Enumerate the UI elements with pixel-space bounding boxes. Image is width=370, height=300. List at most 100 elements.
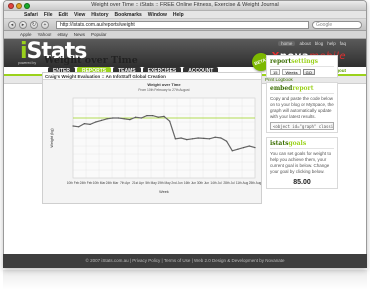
link-faq[interactable]: faq xyxy=(340,41,346,46)
weight-point xyxy=(129,119,131,121)
forward-arrow-icon: ▸ xyxy=(21,21,25,28)
embed-report-title: embedreport xyxy=(270,85,334,94)
weight-point xyxy=(197,137,199,139)
back-arrow-icon: ◂ xyxy=(10,21,14,28)
weight-point xyxy=(83,123,85,125)
x-tick-label: 11th Aug xyxy=(236,181,249,185)
weight-point xyxy=(134,116,137,118)
weight-point xyxy=(89,123,91,125)
weight-point xyxy=(186,139,188,141)
bookmark-apple[interactable]: Apple xyxy=(20,31,32,38)
x-tick-label: 16th Jun xyxy=(184,181,196,185)
x-tick-label: 30th Jun xyxy=(197,181,209,185)
reload-icon: ↻ xyxy=(31,21,37,28)
window-reflection xyxy=(3,270,367,290)
goals-title-lite: goals xyxy=(288,140,307,147)
weight-point xyxy=(140,117,142,119)
goals-description: You can set goals for weight to help you… xyxy=(270,151,332,174)
embed-code-field[interactable]: <object id="graph" classid= xyxy=(270,122,334,130)
menu-edit[interactable]: Edit xyxy=(59,11,68,18)
range-select[interactable]: 15 xyxy=(270,69,281,75)
weight-point xyxy=(169,120,171,122)
browser-toolbar: ◂ ▸ ↻ + http://istats.com.au/reports/wei… xyxy=(4,19,366,31)
menu-file[interactable]: File xyxy=(44,11,53,18)
weight-point xyxy=(123,118,125,120)
top-links: home about blog help faq xyxy=(278,41,346,46)
link-help[interactable]: help xyxy=(327,41,336,46)
weight-point xyxy=(243,147,245,149)
weight-point xyxy=(220,137,222,139)
weight-point xyxy=(191,138,194,140)
x-tick-label: 7th Apr xyxy=(120,181,131,185)
goal-value[interactable]: 85.00 xyxy=(270,179,334,186)
menu-history[interactable]: History xyxy=(91,11,108,18)
back-button[interactable]: ◂ xyxy=(8,20,16,29)
bookmark-yahoo[interactable]: Yahoo! xyxy=(38,31,52,38)
x-tick-label: 24th Feb xyxy=(80,181,93,185)
weight-point xyxy=(112,117,114,119)
window-title: Weight over Time :: iStats :: FREE Onlin… xyxy=(91,2,279,8)
weight-point xyxy=(208,138,211,140)
menu-bookmarks[interactable]: Bookmarks xyxy=(115,11,142,18)
plus-icon: + xyxy=(43,21,47,28)
weight-chart-panel: Craig's Weight Evaluation :: An InfoStaf… xyxy=(42,72,262,204)
weight-point xyxy=(78,126,80,128)
chart-panel-header: Craig's Weight Evaluation :: An InfoStaf… xyxy=(43,73,261,80)
menu-bar: Safari File Edit View History Bookmarks … xyxy=(4,11,366,19)
x-tick-label: 24th Mar xyxy=(106,181,120,185)
unit-select[interactable]: Weeks xyxy=(282,69,301,75)
x-tick-label: 25th Aug xyxy=(249,181,261,185)
site-footer: © 2007 iStats.com.au | Privacy Policy | … xyxy=(3,254,367,268)
forward-button[interactable]: ▸ xyxy=(19,20,27,29)
goals-panel: istatsgoals You can set goals for weight… xyxy=(266,137,338,189)
go-button[interactable]: GO xyxy=(302,69,315,75)
weight-point xyxy=(146,115,148,117)
embed-description: Copy and paste the code below on to your… xyxy=(270,96,334,119)
link-about[interactable]: about xyxy=(299,41,310,46)
y-axis-label: Weight (kg) xyxy=(50,128,54,148)
weight-point xyxy=(163,115,165,117)
report-settings-title-main: report xyxy=(270,58,292,65)
weight-point xyxy=(248,145,250,147)
link-home[interactable]: home xyxy=(278,41,296,46)
report-settings-panel: reportsettings 15 Weeks GO xyxy=(266,55,338,78)
reload-button[interactable]: ↻ xyxy=(30,20,38,29)
x-tick-label: 19th May xyxy=(157,181,171,185)
menu-window[interactable]: Window xyxy=(148,11,167,18)
link-blog[interactable]: blog xyxy=(315,41,324,46)
chart-subtitle: From 10th February to 27th August xyxy=(138,88,189,92)
title-bar: Weight over Time :: iStats :: FREE Onlin… xyxy=(4,1,366,11)
x-tick-label: 5th May xyxy=(145,181,157,185)
weight-point xyxy=(157,116,159,118)
goals-title: istatsgoals xyxy=(270,140,334,149)
embed-report-title-main: embed xyxy=(270,85,293,92)
weight-point xyxy=(254,147,256,149)
bookmark-popular[interactable]: Popular xyxy=(91,31,107,38)
menu-help[interactable]: Help xyxy=(173,11,184,18)
x-axis-label: Week xyxy=(159,190,169,194)
weight-point xyxy=(180,137,182,139)
sidebar: reportsettings 15 Weeks GO embedreport C… xyxy=(266,55,338,193)
x-tick-label: 21st Apr xyxy=(132,181,145,185)
menu-safari[interactable]: Safari xyxy=(24,11,38,18)
logo-tagline: powered by xyxy=(18,61,37,65)
search-input[interactable]: Google xyxy=(312,20,362,29)
bookmark-news[interactable]: News xyxy=(74,31,85,38)
report-settings-title-lite: settings xyxy=(291,58,319,65)
weight-point xyxy=(100,119,103,121)
x-tick-label: 2nd Jun xyxy=(171,181,183,185)
weight-point xyxy=(214,136,216,138)
x-tick-label: 10th Feb xyxy=(67,181,80,185)
weight-point xyxy=(174,138,176,140)
address-bar[interactable]: http://istats.com.au/reports/weight xyxy=(56,20,309,29)
weight-line-chart: 10th Feb 24th Feb 10th Mar 24th Mar 7th Apr 2… xyxy=(50,82,261,194)
weight-point xyxy=(117,117,120,119)
add-bookmark-button[interactable]: + xyxy=(41,20,49,29)
bookmark-ebay[interactable]: eBay xyxy=(57,31,67,38)
weight-point xyxy=(231,150,233,152)
menu-view[interactable]: View xyxy=(74,11,85,18)
weight-point xyxy=(152,115,154,117)
chart-title: Weight over Time xyxy=(147,82,181,87)
weight-point xyxy=(95,121,97,123)
bookmarks-bar: Apple Yahoo! eBay News Popular xyxy=(4,31,366,39)
